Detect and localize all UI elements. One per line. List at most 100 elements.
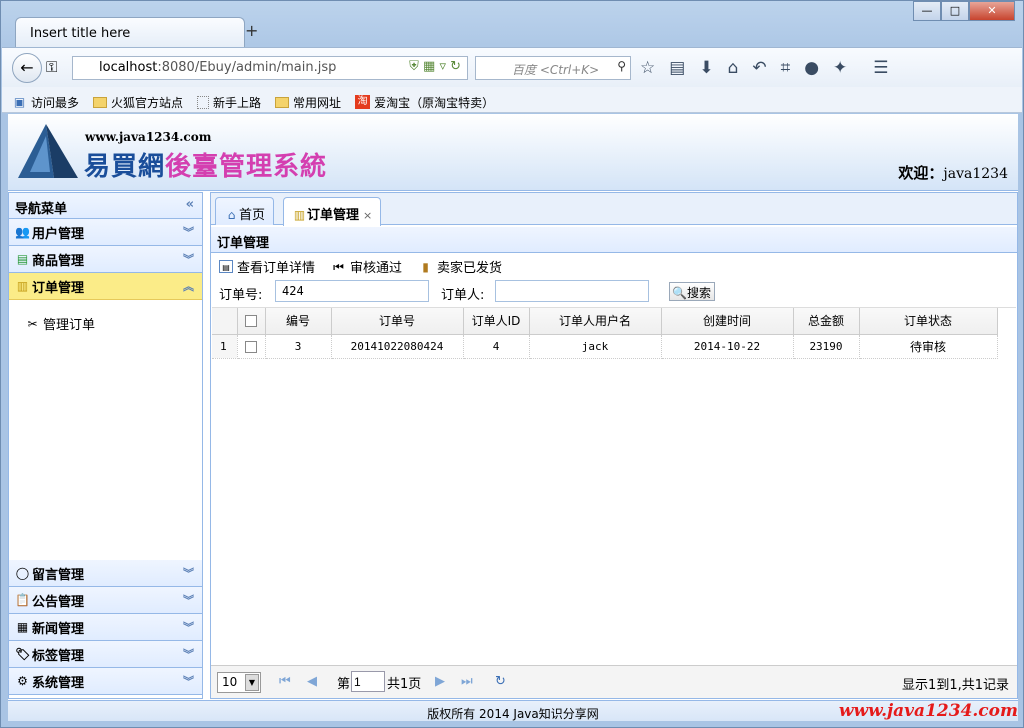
title-blue: 易買網 <box>84 152 166 182</box>
key-icon[interactable]: ⚿ <box>46 58 57 76</box>
refresh-icon[interactable]: ↻ <box>495 674 506 689</box>
sidebar-item-orders[interactable]: ▥ 订单管理 ︽ <box>9 273 202 300</box>
bookmark-firefox-site[interactable]: 火狐官方站点 <box>93 92 183 112</box>
column-header[interactable]: 订单人ID <box>463 308 530 335</box>
search-placeholder: 百度 <Ctrl+K> <box>512 63 600 77</box>
prev-page-icon[interactable]: ◀ <box>307 674 317 689</box>
view-details-button[interactable]: ▤ 查看订单详情 <box>219 257 315 276</box>
page-number-control: 第 共1页 <box>337 671 421 692</box>
bookmark-taobao[interactable]: 淘爱淘宝（原淘宝特卖） <box>355 92 494 112</box>
url-path: :8080/Ebuy/admin/main.jsp <box>157 60 337 75</box>
magnifier-icon[interactable]: ⚲ <box>617 59 626 73</box>
dropdown-arrow-icon: ▼ <box>245 674 259 691</box>
cell-id: 3 <box>265 334 332 359</box>
sidebar-item-messages[interactable]: ◯ 留言管理 ︾ <box>9 560 202 587</box>
sidebar-item-news[interactable]: ▦ 新闻管理 ︾ <box>9 614 202 641</box>
speech-bubble-icon: ◯ <box>15 566 30 580</box>
taobao-icon: 淘 <box>355 95 371 109</box>
search-input[interactable]: 百度 <Ctrl+K> ⚲ <box>475 56 631 80</box>
row-checkbox[interactable] <box>237 334 266 359</box>
close-icon[interactable]: ✕ <box>969 1 1015 21</box>
tools-icon: ✂ <box>27 316 38 331</box>
last-page-icon[interactable]: ⏭ <box>461 674 473 689</box>
sidebar-item-notices[interactable]: 📋 公告管理 ︾ <box>9 587 202 614</box>
sidebar-item-users[interactable]: 👥 用户管理 ︾ <box>9 219 202 246</box>
shield-icon[interactable]: ⛨ ▦ ▿ ↻ <box>409 59 461 74</box>
orders-icon: ▥ <box>16 279 29 293</box>
chevron-down-icon: ︾ <box>183 567 194 580</box>
maximize-icon[interactable]: □ <box>941 1 969 21</box>
orders-icon: ▥ <box>293 208 306 222</box>
cell-status: 待审核 <box>859 334 998 359</box>
sidebar-item-tags[interactable]: 🏷 标签管理 ︾ <box>9 641 202 668</box>
select-all-checkbox[interactable] <box>237 308 266 335</box>
order-no-label: 订单号: <box>219 288 263 303</box>
chevron-down-icon: ︾ <box>183 648 194 661</box>
browser-tab[interactable]: Insert title here <box>15 17 245 47</box>
home-icon[interactable]: ⌂ <box>728 58 739 78</box>
search-button[interactable]: 🔍搜索 <box>669 282 715 301</box>
column-header[interactable]: 编号 <box>265 308 332 335</box>
reading-list-icon[interactable]: ▤ <box>669 58 685 78</box>
panel-title: 订单管理 <box>211 227 1017 253</box>
chevron-down-icon: ︾ <box>183 226 194 239</box>
folder-icon <box>93 96 108 108</box>
tab-close-icon[interactable]: × <box>363 209 372 222</box>
users-icon: 👥 <box>15 225 30 239</box>
browser-tab-strip: Insert title here + <box>9 11 1009 47</box>
chevron-down-icon: ︾ <box>183 621 194 634</box>
shipped-button[interactable]: ▮ 卖家已发货 <box>418 257 502 277</box>
undo-icon[interactable]: ↶ <box>752 58 766 78</box>
column-header[interactable]: 订单人用户名 <box>529 308 662 335</box>
cell-username: jack <box>529 334 662 359</box>
menu-icon[interactable]: ☰ <box>873 58 888 78</box>
download-icon[interactable]: ⬇ <box>699 58 713 78</box>
chat-icon[interactable]: ● <box>804 58 819 78</box>
search-form: 订单号: 订单人: 🔍搜索 <box>219 280 1009 304</box>
approve-button[interactable]: ⏮ 审核通过 <box>331 257 402 277</box>
sidebar-item-system[interactable]: ⚙ 系统管理 ︾ <box>9 668 202 695</box>
bookmark-getting-started[interactable]: 新手上路 <box>197 92 261 112</box>
page-number-input[interactable] <box>351 671 385 692</box>
blank-page-icon <box>197 95 210 109</box>
column-header[interactable]: 总金额 <box>793 308 860 335</box>
pagination-bar: 10▼ ⏮ ◀ 第 共1页 ▶ ⏭ ↻ 显示1到1,共1记录 <box>211 665 1017 698</box>
bookmark-common-sites[interactable]: 常用网址 <box>275 92 341 112</box>
orders-grid: 编号 订单号 订单人ID 订单人用户名 创建时间 总金额 订单状态 1 3 20… <box>212 307 1016 662</box>
new-tab-button[interactable]: + <box>245 21 258 40</box>
cell-user-id: 4 <box>463 334 530 359</box>
page-size-select[interactable]: 10 ▼ <box>217 672 261 693</box>
column-header[interactable]: 创建时间 <box>661 308 794 335</box>
crop-icon[interactable]: ⌗ <box>781 58 791 78</box>
window-controls: — □ ✕ <box>913 1 1015 21</box>
tab-order-management[interactable]: ▥ 订单管理 × <box>283 197 382 226</box>
order-no-input[interactable] <box>275 280 429 302</box>
chevron-down-icon: ︾ <box>183 253 194 266</box>
sidebar-item-products[interactable]: ▤ 商品管理 ︾ <box>9 246 202 273</box>
tab-home[interactable]: ⌂ 首页 <box>215 197 275 225</box>
first-page-icon[interactable]: ⏮ <box>279 674 291 689</box>
url-host: localhost <box>99 60 158 75</box>
column-header[interactable]: 订单号 <box>331 308 464 335</box>
table-row[interactable]: 1 3 20141022080424 4 jack 2014-10-22 231… <box>212 334 998 359</box>
menu-item-manage-orders[interactable]: ✂ 管理订单 <box>25 314 186 334</box>
extension-icon[interactable]: ✦ <box>833 58 847 78</box>
welcome-user: java1234 <box>943 166 1008 182</box>
orderer-input[interactable] <box>495 280 649 302</box>
package-icon: ▮ <box>422 259 429 274</box>
bookmark-most-visited[interactable]: ▣ 访问最多 <box>12 92 79 112</box>
gear-icon: ⚙ <box>17 674 28 688</box>
news-icon: ▦ <box>16 620 29 634</box>
search-icon: 🔍 <box>672 286 687 300</box>
back-arrow-icon[interactable]: ← <box>12 53 42 83</box>
address-bar[interactable]: localhost:8080/Ebuy/admin/main.jsp ⛨ ▦ ▿… <box>72 56 468 80</box>
column-header[interactable]: 订单状态 <box>859 308 998 335</box>
main-panel: ⌂ 首页 ▥ 订单管理 × 订单管理 ▤ 查看订单详情 ⏮ 审核通过 ▮ 卖家已发货 订单号… <box>210 192 1018 699</box>
star-icon[interactable]: ☆ <box>640 58 655 78</box>
collapse-left-icon[interactable]: « <box>186 197 194 212</box>
minimize-icon[interactable]: — <box>913 1 941 21</box>
sidebar: 导航菜单 « 👥 用户管理 ︾ ▤ 商品管理 ︾ ▥ 订单管理 ︽ ✂ 管理订单 ◯ 留言管理 ︾ … <box>8 192 203 699</box>
page-total: 共1页 <box>387 677 422 692</box>
next-page-icon[interactable]: ▶ <box>435 674 445 689</box>
logo-icon <box>18 124 78 178</box>
